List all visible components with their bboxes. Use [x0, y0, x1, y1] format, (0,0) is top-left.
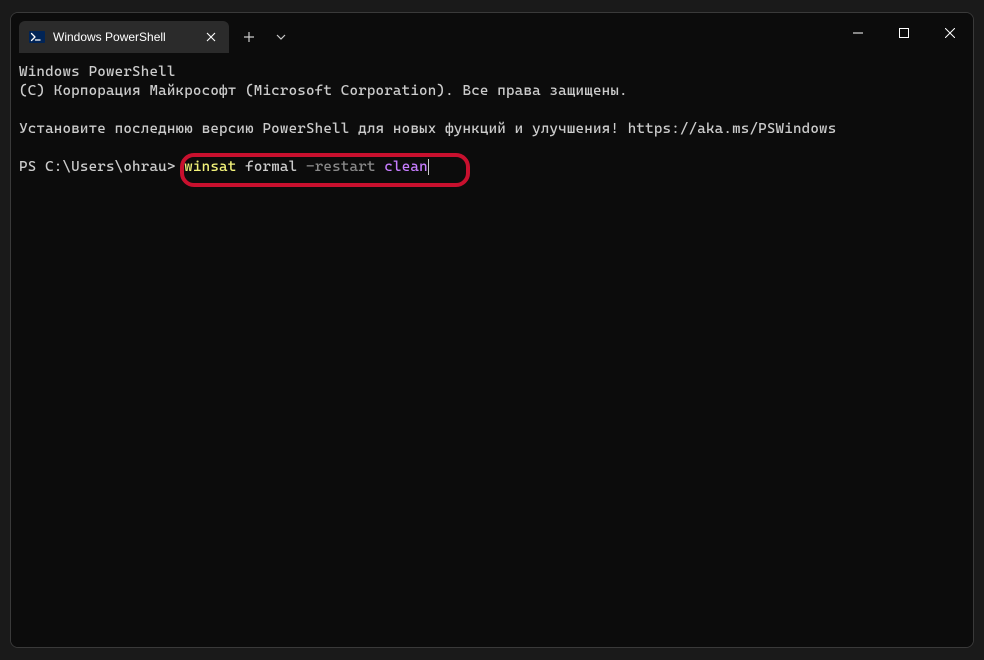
- tab-label: Windows PowerShell: [53, 30, 195, 44]
- command-token: clean: [384, 159, 427, 175]
- close-icon[interactable]: [203, 29, 219, 45]
- text-cursor: [428, 159, 429, 175]
- maximize-button[interactable]: [881, 17, 927, 49]
- titlebar: Windows PowerShell: [11, 13, 973, 53]
- window-controls: [835, 13, 973, 53]
- output-line: Windows PowerShell: [19, 64, 176, 80]
- terminal-window: Windows PowerShell Windows P: [10, 12, 974, 648]
- terminal-output[interactable]: Windows PowerShell (C) Корпорация Майкро…: [11, 53, 973, 647]
- new-tab-button[interactable]: [233, 21, 265, 53]
- tab-dropdown-button[interactable]: [265, 21, 297, 53]
- output-line: Установите последнюю версию PowerShell д…: [19, 121, 836, 137]
- minimize-button[interactable]: [835, 17, 881, 49]
- tab-powershell[interactable]: Windows PowerShell: [19, 21, 229, 53]
- command-token: winsat: [184, 159, 236, 175]
- powershell-icon: [29, 29, 45, 45]
- command-token: -restart: [306, 159, 376, 175]
- tabs-area: Windows PowerShell: [11, 13, 297, 53]
- prompt: PS C:\Users\ohrau>: [19, 159, 184, 175]
- command-token: formal: [245, 159, 297, 175]
- close-window-button[interactable]: [927, 17, 973, 49]
- output-line: (C) Корпорация Майкрософт (Microsoft Cor…: [19, 83, 628, 99]
